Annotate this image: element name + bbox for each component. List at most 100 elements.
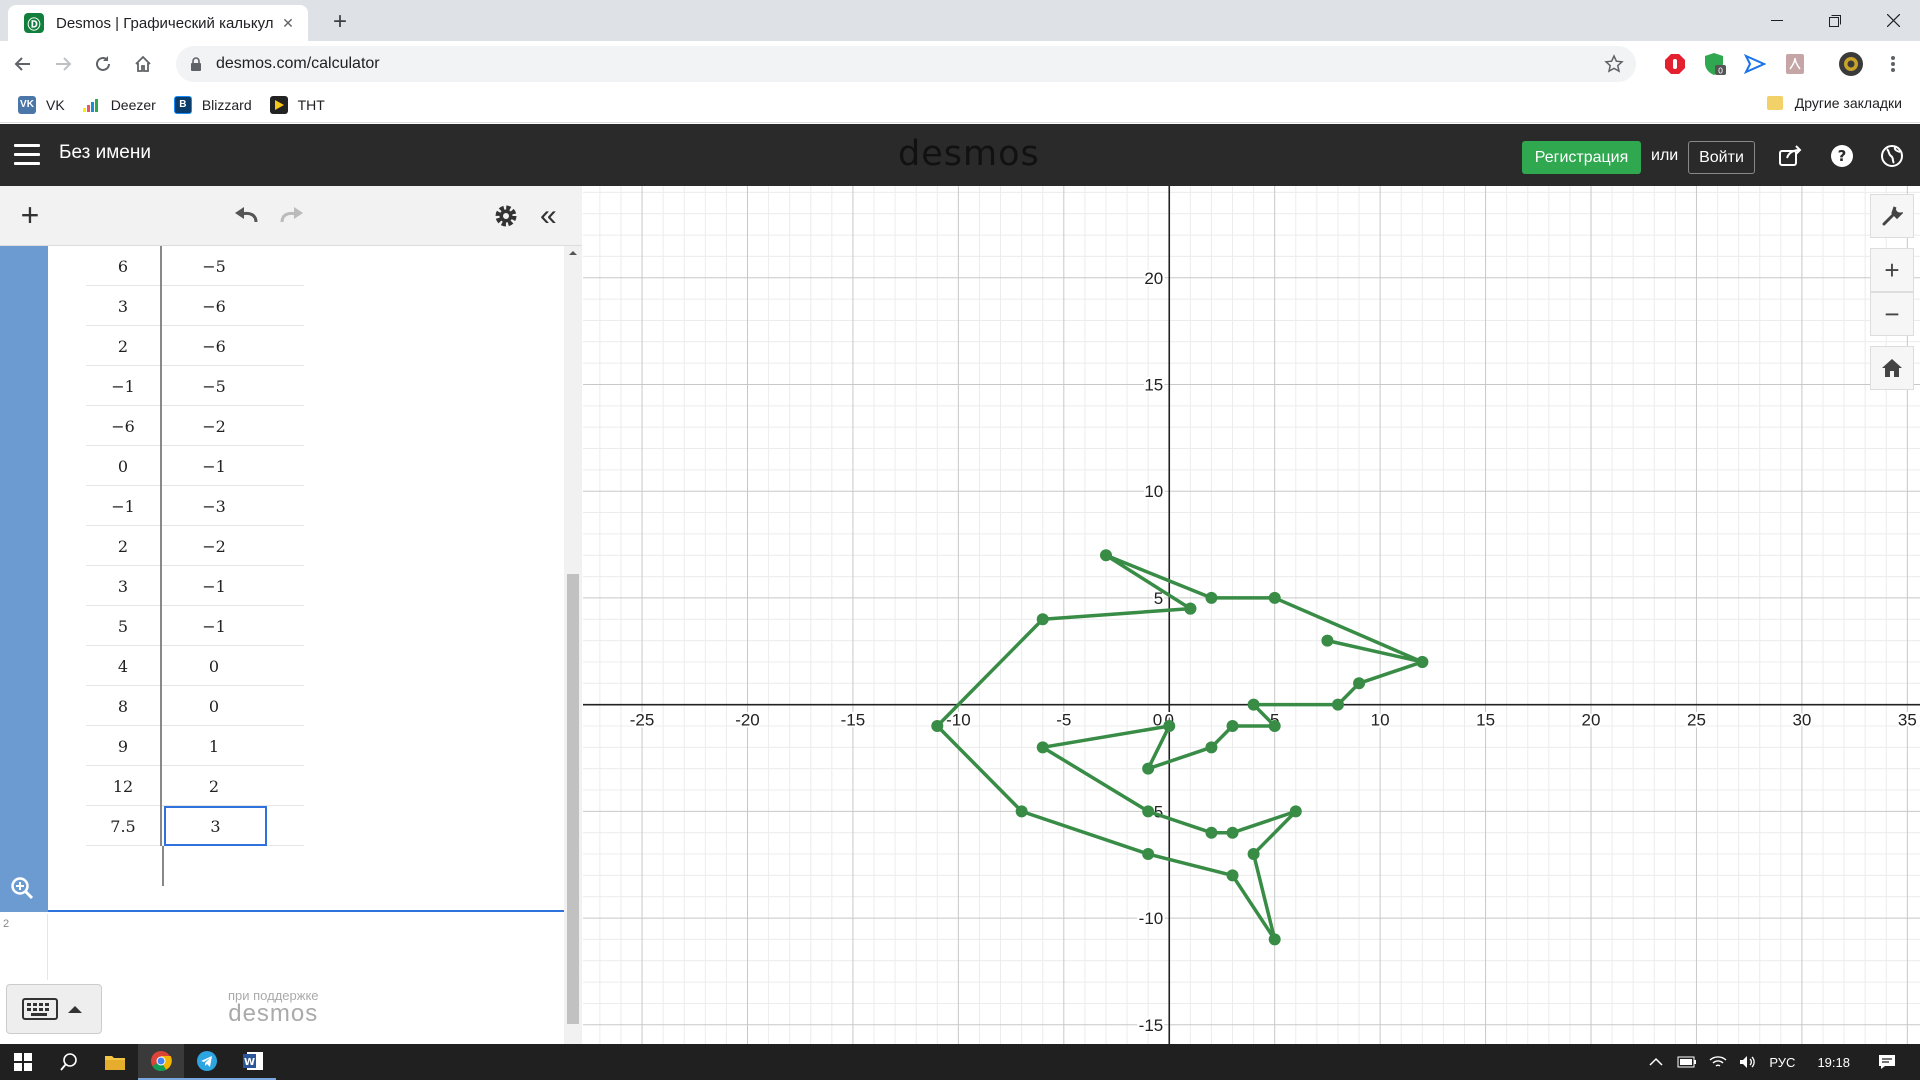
graph-title[interactable]: Без имени bbox=[59, 142, 151, 164]
table-cell-x[interactable]: 5 bbox=[86, 606, 162, 646]
keyboard-toggle-button[interactable] bbox=[6, 984, 102, 1034]
send-extension-icon[interactable] bbox=[1742, 49, 1768, 79]
search-icon[interactable] bbox=[46, 1044, 92, 1080]
settings-gear-icon[interactable] bbox=[494, 204, 518, 228]
scroll-up-icon[interactable] bbox=[564, 246, 582, 260]
zoom-out-button[interactable]: − bbox=[1870, 292, 1914, 336]
powered-by-desmos[interactable]: при поддержке desmos bbox=[228, 988, 319, 1027]
table-cell-y[interactable]: −1 bbox=[164, 446, 264, 486]
table-cell-x[interactable]: 4 bbox=[86, 646, 162, 686]
close-window-icon[interactable] bbox=[1864, 0, 1920, 41]
table-cell-y[interactable]: −6 bbox=[164, 286, 264, 326]
volume-icon[interactable] bbox=[1739, 1055, 1757, 1069]
language-indicator[interactable]: РУС bbox=[1769, 1055, 1795, 1070]
table-cell-x[interactable]: 9 bbox=[86, 726, 162, 766]
browser-tab[interactable]: Ⓓ Desmos | Графический калькул ✕ bbox=[8, 5, 308, 41]
bookmark-tnt[interactable]: ТНТ bbox=[269, 95, 325, 114]
table-cell-y[interactable]: −2 bbox=[164, 406, 264, 446]
register-button[interactable]: Регистрация bbox=[1522, 141, 1641, 174]
minimize-icon[interactable] bbox=[1748, 0, 1806, 41]
wifi-icon[interactable] bbox=[1709, 1055, 1727, 1069]
zoom-fit-icon[interactable] bbox=[10, 876, 34, 900]
login-button[interactable]: Войти bbox=[1688, 141, 1755, 174]
table-cell-y[interactable]: −2 bbox=[164, 526, 264, 566]
bookmark-star-icon[interactable] bbox=[1604, 54, 1624, 74]
table-expression[interactable]: 6 −5 3 −6 2 −6 −1 −5 −6 −2 0 −1 −1 −3 2 −2 3 −1 5 −1 4 0 8 0 9 1 1… bbox=[0, 246, 564, 912]
lock-icon bbox=[190, 57, 202, 71]
table-cell-x[interactable]: 0 bbox=[86, 446, 162, 486]
bookmark-deezer[interactable]: Deezer bbox=[82, 96, 156, 114]
clock[interactable]: 19:18 bbox=[1817, 1055, 1850, 1070]
expression-color-bar bbox=[0, 246, 48, 912]
table-cell-y[interactable]: −1 bbox=[164, 566, 264, 606]
table-cell-x[interactable]: 7.5 bbox=[86, 806, 162, 846]
tab-close-icon[interactable]: ✕ bbox=[278, 13, 298, 33]
undo-icon[interactable] bbox=[232, 204, 260, 226]
table-cell-x[interactable]: −6 bbox=[86, 406, 162, 446]
language-globe-icon[interactable] bbox=[1878, 142, 1906, 170]
table-cell-x[interactable]: 3 bbox=[86, 566, 162, 606]
expression-scrollbar[interactable] bbox=[564, 246, 582, 1044]
table-cell-y[interactable]: −3 bbox=[164, 486, 264, 526]
reload-icon[interactable] bbox=[86, 47, 120, 81]
table-cell-x[interactable]: 3 bbox=[86, 286, 162, 326]
x-tick-label: -25 bbox=[630, 711, 655, 730]
telegram-icon[interactable] bbox=[184, 1044, 230, 1080]
battery-icon[interactable] bbox=[1677, 1056, 1697, 1068]
restore-icon[interactable] bbox=[1806, 0, 1864, 41]
table-cell-y[interactable]: 2 bbox=[164, 766, 264, 806]
address-bar[interactable]: desmos.com/calculator bbox=[176, 46, 1636, 82]
table-cell-y[interactable]: 0 bbox=[164, 686, 264, 726]
table-cell-y-active[interactable]: 3 bbox=[164, 806, 267, 846]
table-cell-x[interactable]: −1 bbox=[86, 486, 162, 526]
tray-expand-icon[interactable] bbox=[1649, 1057, 1663, 1067]
profile-avatar[interactable] bbox=[1838, 49, 1864, 79]
add-expression-button[interactable]: + bbox=[16, 199, 44, 231]
table-cell-y[interactable]: −5 bbox=[164, 246, 264, 286]
table-cell-y[interactable]: −6 bbox=[164, 326, 264, 366]
empty-expression-row[interactable]: 2 bbox=[0, 914, 48, 980]
collapse-panel-icon[interactable]: « bbox=[540, 201, 557, 231]
home-icon[interactable] bbox=[126, 47, 160, 81]
table-cell-x[interactable]: 2 bbox=[86, 526, 162, 566]
table-cell-x[interactable]: 8 bbox=[86, 686, 162, 726]
help-icon[interactable]: ? bbox=[1828, 142, 1856, 170]
new-tab-button[interactable]: + bbox=[326, 9, 354, 37]
chrome-taskbar-icon[interactable] bbox=[138, 1044, 184, 1080]
graph-paper[interactable]: -25-25-20-20-15-15-10-10-5-5005510101515… bbox=[583, 186, 1920, 1044]
hamburger-menu-icon[interactable] bbox=[14, 144, 40, 166]
windows-start-icon[interactable] bbox=[0, 1044, 46, 1080]
word-icon[interactable]: W bbox=[230, 1044, 276, 1080]
expression-panel: + « 6 −5 3 −6 2 −6 −1 −5 −6 −2 0 −1 −1 −3 2 −2 3 −1 5 −1 4 0 8… bbox=[0, 186, 582, 1044]
file-explorer-icon[interactable] bbox=[92, 1044, 138, 1080]
wrench-icon[interactable] bbox=[1870, 194, 1914, 238]
other-bookmarks[interactable]: Другие закладки bbox=[1766, 95, 1902, 111]
pdf-extension-icon[interactable] bbox=[1782, 49, 1808, 79]
forward-arrow-icon[interactable] bbox=[46, 47, 80, 81]
table-cell-y[interactable]: 0 bbox=[164, 646, 264, 686]
browser-menu-icon[interactable] bbox=[1880, 49, 1906, 79]
powered-by-logo: desmos bbox=[228, 1000, 319, 1027]
notifications-icon[interactable] bbox=[1878, 1054, 1896, 1070]
bookmark-vk[interactable]: VK VK bbox=[18, 95, 65, 114]
back-arrow-icon[interactable] bbox=[6, 47, 40, 81]
table-cell-x[interactable]: 2 bbox=[86, 326, 162, 366]
table-row-empty[interactable] bbox=[86, 846, 304, 886]
adblock-extension-icon[interactable] bbox=[1662, 49, 1688, 79]
table-cell-x[interactable]: 12 bbox=[86, 766, 162, 806]
table-cell-y[interactable]: −1 bbox=[164, 606, 264, 646]
table-cell-y[interactable]: 1 bbox=[164, 726, 264, 766]
table-cell-x[interactable]: −1 bbox=[86, 366, 162, 406]
bookmark-blizzard[interactable]: B Blizzard bbox=[173, 95, 252, 114]
home-view-icon[interactable] bbox=[1870, 346, 1914, 390]
folder-icon bbox=[1766, 96, 1783, 110]
graph-canvas[interactable]: -25-25-20-20-15-15-10-10-5-5005510101515… bbox=[583, 186, 1920, 1044]
table-cell-y[interactable]: −5 bbox=[164, 366, 264, 406]
table-cell-x[interactable]: 6 bbox=[86, 246, 162, 286]
redo-icon[interactable] bbox=[278, 204, 306, 226]
share-icon[interactable] bbox=[1777, 142, 1805, 170]
zoom-in-button[interactable]: + bbox=[1870, 248, 1914, 292]
table-row: 91 bbox=[86, 726, 304, 766]
scrollbar-thumb[interactable] bbox=[567, 574, 579, 1024]
shield-extension-icon[interactable]: 0 bbox=[1702, 49, 1728, 79]
